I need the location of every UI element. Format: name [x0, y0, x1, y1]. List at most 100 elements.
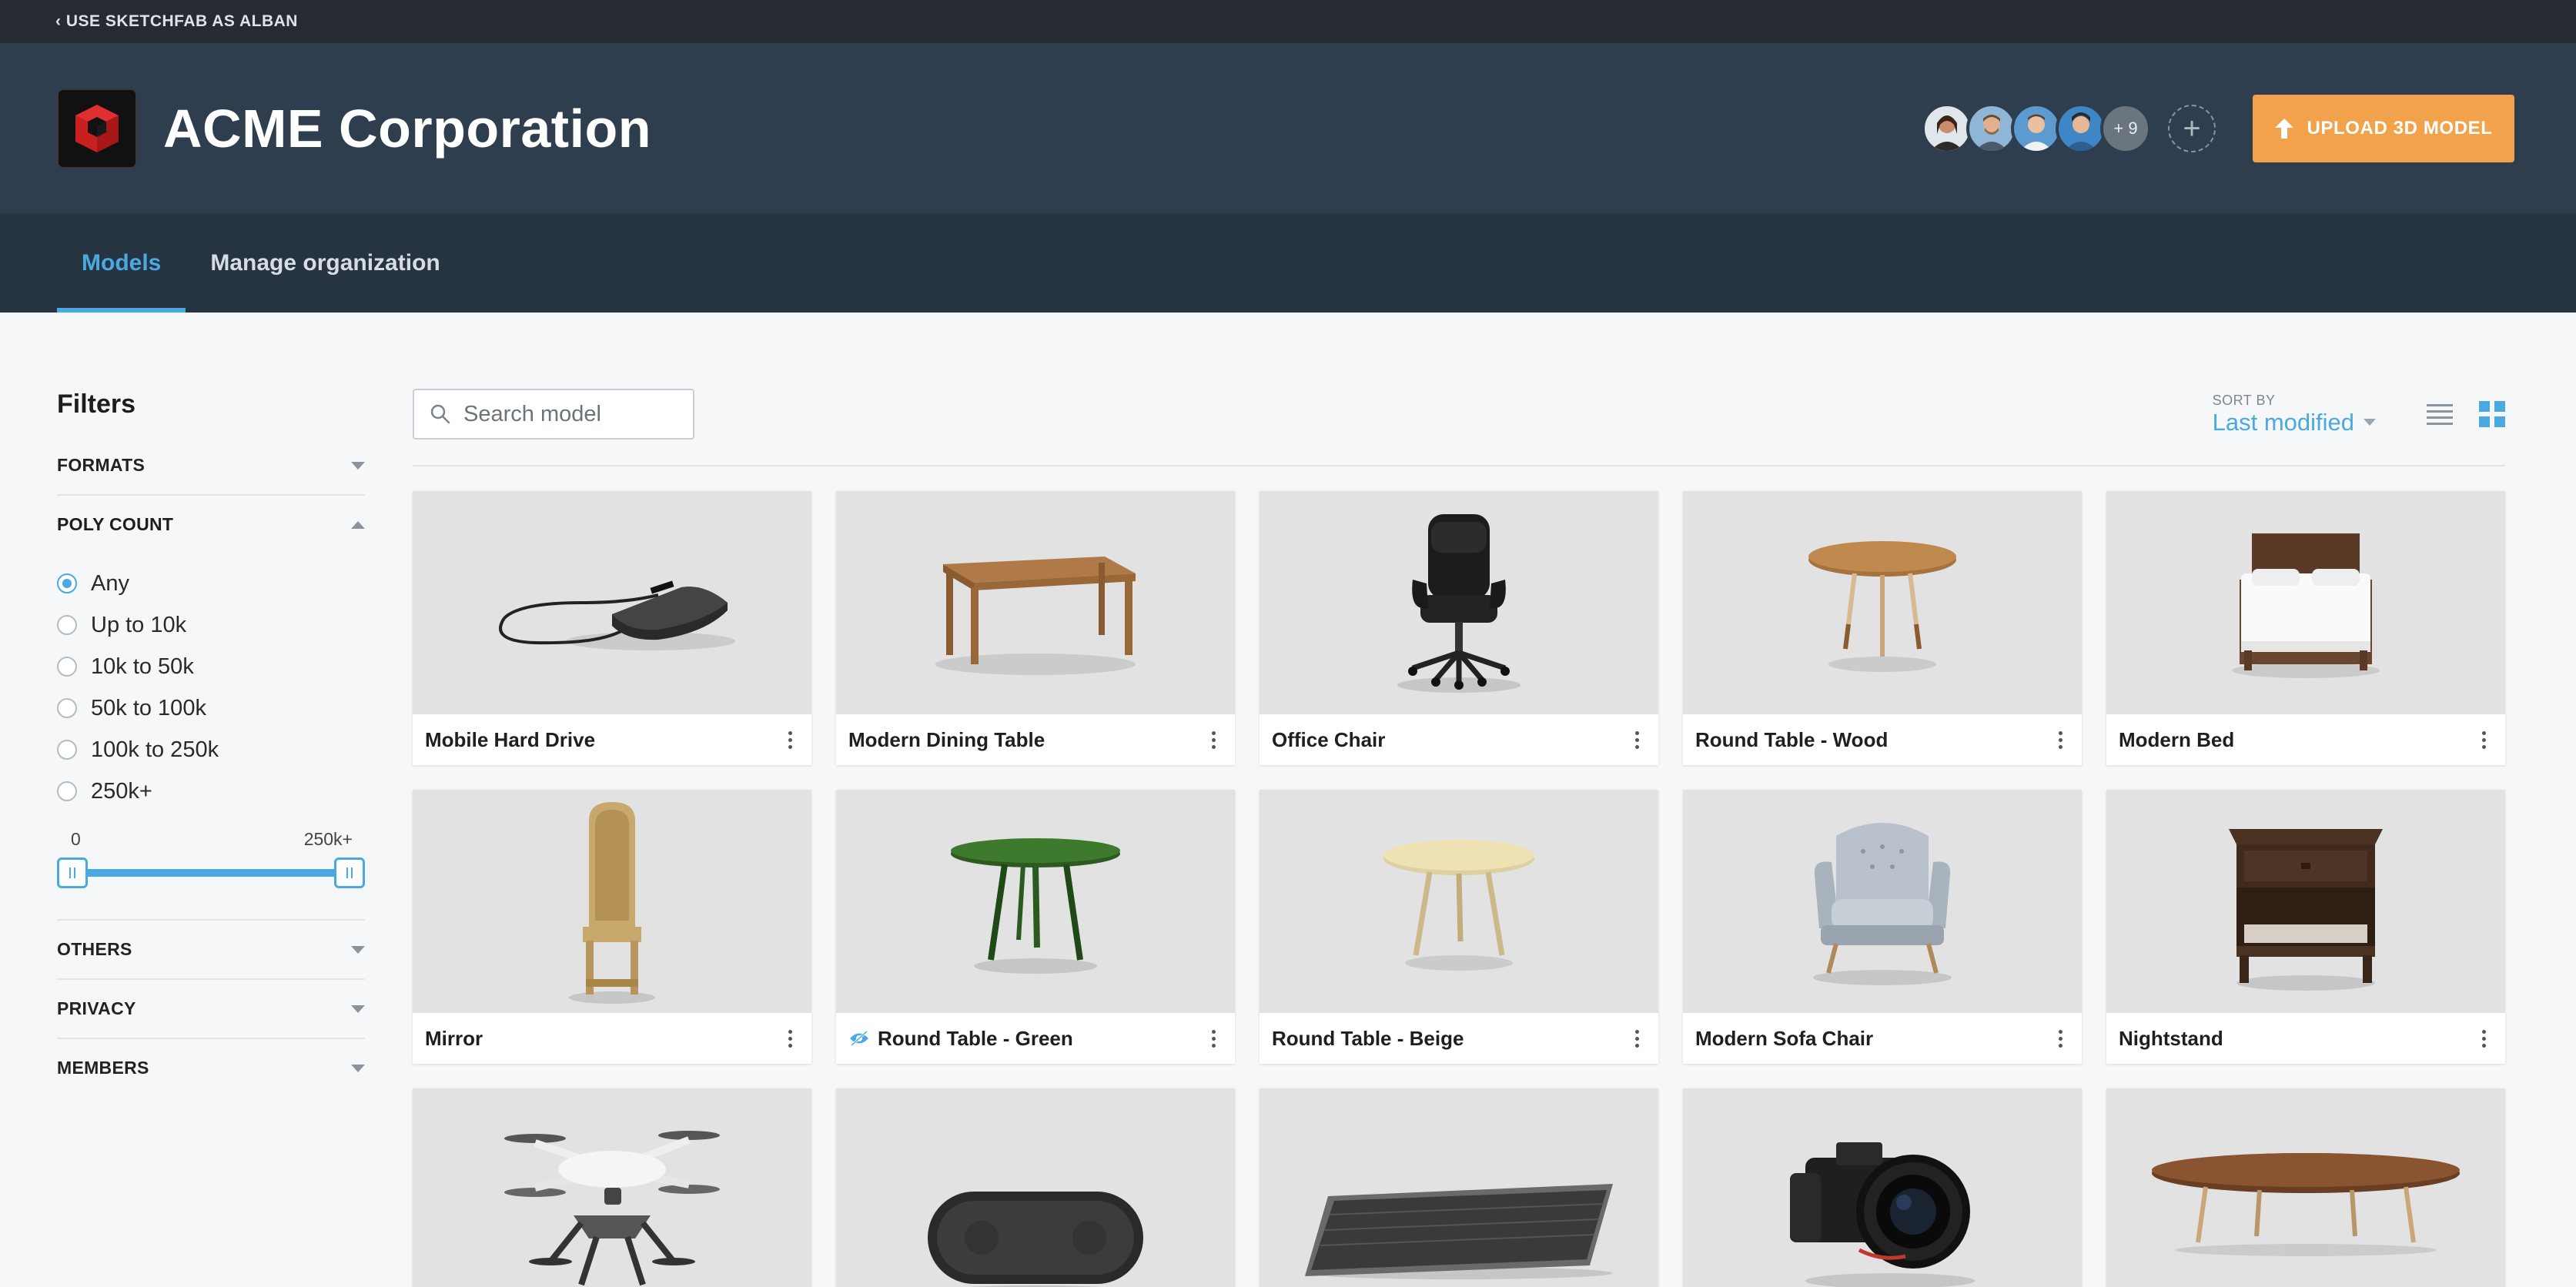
more-options-icon[interactable]	[1206, 730, 1221, 749]
model-card[interactable]	[1683, 1088, 2082, 1287]
model-title[interactable]: Office Chair	[1272, 728, 1629, 752]
slider-handle-max[interactable]	[334, 857, 365, 888]
model-card[interactable]	[1260, 1088, 1658, 1287]
filter-privacy[interactable]: PRIVACY	[57, 980, 365, 1039]
more-members-count[interactable]: + 9	[2100, 103, 2151, 154]
more-options-icon[interactable]	[1206, 1029, 1221, 1048]
model-card[interactable]	[413, 1088, 811, 1287]
more-options-icon[interactable]	[2052, 1029, 2068, 1048]
round-table-wood-image	[1808, 541, 1956, 672]
chevron-down-icon	[351, 461, 365, 470]
sort-by-dropdown[interactable]: Last modified	[2213, 409, 2376, 436]
use-as-user-link[interactable]: ‹ USE SKETCHFAB AS ALBAN	[55, 12, 298, 31]
model-title[interactable]: Round Table - Beige	[1272, 1027, 1629, 1051]
model-title-wrap[interactable]: Round Table - Green	[848, 1027, 1206, 1051]
poly-option-100k-250k[interactable]: 100k to 250k	[57, 729, 365, 771]
model-card[interactable]: Office Chair	[1260, 491, 1658, 765]
model-card[interactable]	[836, 1088, 1235, 1287]
filter-formats[interactable]: FORMATS	[57, 455, 365, 496]
model-thumbnail[interactable]	[1683, 1088, 2082, 1287]
model-card-footer: Modern Bed	[2106, 714, 2505, 765]
radio-checked-icon[interactable]	[57, 573, 77, 593]
poly-range-slider[interactable]	[57, 857, 365, 888]
search-input[interactable]	[463, 401, 664, 427]
model-title[interactable]: Nightstand	[2119, 1027, 2476, 1051]
more-options-icon[interactable]	[2476, 730, 2491, 749]
radio-icon[interactable]	[57, 657, 77, 677]
model-card[interactable]: Nightstand	[2106, 790, 2505, 1064]
radio-icon[interactable]	[57, 698, 77, 718]
filter-members[interactable]: MEMBERS	[57, 1039, 365, 1097]
more-options-icon[interactable]	[782, 1029, 798, 1048]
more-options-icon[interactable]	[2052, 730, 2068, 749]
slider-handle-min[interactable]	[57, 857, 88, 888]
model-thumbnail[interactable]	[1260, 1088, 1658, 1287]
model-title[interactable]: Modern Bed	[2119, 728, 2476, 752]
cube-icon	[75, 105, 119, 152]
filter-others[interactable]: OTHERS	[57, 921, 365, 980]
model-card[interactable]	[2106, 1088, 2505, 1287]
avatar[interactable]	[1922, 103, 1972, 154]
model-thumbnail[interactable]	[836, 790, 1235, 1013]
model-thumbnail[interactable]	[413, 491, 811, 714]
nightstand-image	[2229, 829, 2383, 991]
hard-drive-image	[499, 580, 735, 650]
sort-by[interactable]: SORT BY Last modified	[2213, 393, 2376, 436]
model-thumbnail[interactable]	[2106, 790, 2505, 1013]
add-member-button[interactable]: +	[2168, 105, 2216, 152]
list-view-icon[interactable]	[2427, 403, 2453, 426]
tab-manage-organization[interactable]: Manage organization	[186, 214, 464, 313]
radio-icon[interactable]	[57, 781, 77, 801]
model-card[interactable]: Round Table - Beige	[1260, 790, 1658, 1064]
search-box[interactable]	[413, 389, 694, 440]
model-card[interactable]: Round Table - Green	[836, 790, 1235, 1064]
model-card[interactable]: Mobile Hard Drive	[413, 491, 811, 765]
model-thumbnail[interactable]	[1260, 491, 1658, 714]
more-options-icon[interactable]	[1629, 730, 1644, 749]
filter-privacy-label: PRIVACY	[57, 998, 136, 1018]
model-title[interactable]: Mobile Hard Drive	[425, 728, 782, 752]
model-title[interactable]: Round Table - Wood	[1695, 728, 2052, 752]
slider-min-label: 0	[71, 829, 81, 849]
model-thumbnail[interactable]	[1260, 790, 1658, 1013]
radio-icon[interactable]	[57, 740, 77, 760]
model-title[interactable]: Mirror	[425, 1027, 782, 1051]
model-card[interactable]: Modern Dining Table	[836, 491, 1235, 765]
model-thumbnail[interactable]	[836, 491, 1235, 714]
more-options-icon[interactable]	[1629, 1029, 1644, 1048]
model-card[interactable]: Mirror	[413, 790, 811, 1064]
model-card[interactable]: Modern Bed	[2106, 491, 2505, 765]
more-options-icon[interactable]	[2476, 1029, 2491, 1048]
poly-option-50k-100k[interactable]: 50k to 100k	[57, 687, 365, 729]
model-thumbnail[interactable]	[836, 1088, 1235, 1287]
model-thumbnail[interactable]	[1683, 491, 2082, 714]
model-title[interactable]: Modern Sofa Chair	[1695, 1027, 2052, 1051]
upload-3d-model-button[interactable]: UPLOAD 3D MODEL	[2253, 95, 2514, 162]
poly-option-250k-plus[interactable]: 250k+	[57, 771, 365, 812]
model-title[interactable]: Modern Dining Table	[848, 728, 1206, 752]
model-thumbnail[interactable]	[413, 790, 811, 1013]
model-thumbnail[interactable]	[2106, 1088, 2505, 1287]
sort-by-label: SORT BY	[2212, 392, 2276, 408]
more-options-icon[interactable]	[782, 730, 798, 749]
radio-icon[interactable]	[57, 615, 77, 635]
poly-option-up-to-10k[interactable]: Up to 10k	[57, 604, 365, 646]
avatar[interactable]	[1966, 103, 2017, 154]
poly-option-any[interactable]: Any	[57, 563, 365, 604]
member-avatars[interactable]: + 9	[1922, 103, 2151, 154]
filter-poly-count-header[interactable]: POLY COUNT	[57, 514, 365, 535]
avatar[interactable]	[2011, 103, 2062, 154]
model-thumbnail[interactable]	[1683, 790, 2082, 1013]
round-table-beige-image	[1383, 840, 1534, 971]
poly-option-10k-50k[interactable]: 10k to 50k	[57, 646, 365, 687]
poly-option-label: 10k to 50k	[91, 654, 194, 679]
model-thumbnail[interactable]	[413, 1088, 811, 1287]
keyboard-image	[1305, 1184, 1613, 1279]
grid-view-icon[interactable]	[2479, 401, 2505, 427]
upload-arrow-icon	[2275, 119, 2294, 139]
model-card[interactable]: Round Table - Wood	[1683, 491, 2082, 765]
model-card[interactable]: Modern Sofa Chair	[1683, 790, 2082, 1064]
model-thumbnail[interactable]	[2106, 491, 2505, 714]
avatar[interactable]	[2056, 103, 2106, 154]
tab-models[interactable]: Models	[57, 214, 186, 313]
